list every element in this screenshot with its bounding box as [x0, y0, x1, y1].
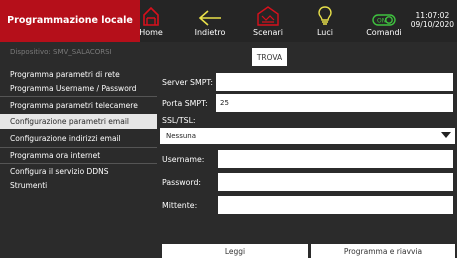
clock-date: 09/10/2020 [410, 20, 454, 29]
menu-item-email-addresses[interactable]: Configurazione indirizzi email [0, 130, 157, 146]
scenes-icon [257, 6, 279, 26]
home-button[interactable]: Home [136, 0, 166, 42]
username-label: Username: [162, 155, 205, 164]
home-label: Home [139, 28, 163, 37]
device-label: Dispositivo: SMV_SALACORSI [10, 48, 112, 56]
program-restart-button[interactable]: Programma e riavvia [311, 244, 455, 258]
username-input[interactable] [218, 150, 453, 168]
menu-item-ddns[interactable]: Configura il servizio DDNS [0, 164, 157, 178]
sidebar-menu: Programma parametri di rete Programma Us… [0, 66, 157, 258]
sender-label: Mittente: [162, 201, 198, 210]
ssl-tls-select[interactable]: Nessuna [160, 128, 455, 144]
lightbulb-icon [318, 6, 332, 25]
clock-time: 11:07:02 [415, 11, 450, 20]
commands-button[interactable]: ON Comandi [362, 0, 406, 42]
server-smtp-input[interactable] [216, 73, 453, 91]
scenes-button[interactable]: Scenari [251, 0, 285, 42]
top-bar: Programmazione locale Home Indietro Scen… [0, 0, 457, 42]
scenes-label: Scenari [253, 28, 283, 37]
sender-input[interactable] [218, 196, 453, 214]
menu-item-username-password[interactable]: Programma Username / Password [0, 81, 157, 96]
read-button[interactable]: Leggi [162, 244, 308, 258]
port-smtp-input[interactable]: 25 [216, 94, 453, 112]
email-config-form: Server SMPT: Porta SMPT: 25 SSL/TSL: Nes… [158, 66, 457, 258]
menu-item-tools[interactable]: Strumenti [0, 178, 157, 192]
menu-item-cameras[interactable]: Programma parametri telecamere [0, 97, 157, 113]
back-arrow-icon [198, 10, 221, 26]
ssl-tls-label: SSL/TSL: [162, 116, 196, 125]
lights-label: Luci [316, 28, 333, 37]
menu-item-network[interactable]: Programma parametri di rete [0, 68, 157, 81]
port-smtp-label: Porta SMPT: [162, 99, 208, 108]
server-smtp-label: Server SMPT: [162, 78, 213, 87]
back-label: Indietro [194, 28, 226, 37]
commands-label: Comandi [366, 28, 402, 37]
switch-on-text: ON [377, 18, 386, 25]
find-button[interactable]: TROVA [252, 48, 287, 66]
ssl-tls-value: Nessuna [166, 132, 196, 140]
chevron-down-icon [441, 132, 451, 138]
lights-button[interactable]: Luci [315, 0, 335, 42]
password-input[interactable] [218, 173, 453, 191]
device-row: Dispositivo: SMV_SALACORSI [0, 42, 457, 66]
app-title: Programmazione locale [0, 0, 140, 42]
menu-item-internet-time[interactable]: Programma ora internet [0, 148, 157, 163]
clock: 11:07:02 09/10/2020 [411, 11, 454, 29]
home-icon [143, 6, 159, 26]
menu-item-email-params[interactable]: Configurazione parametri email [0, 114, 157, 129]
switch-icon: ON [372, 14, 396, 26]
back-button[interactable]: Indietro [190, 0, 230, 42]
password-label: Password: [162, 178, 202, 187]
